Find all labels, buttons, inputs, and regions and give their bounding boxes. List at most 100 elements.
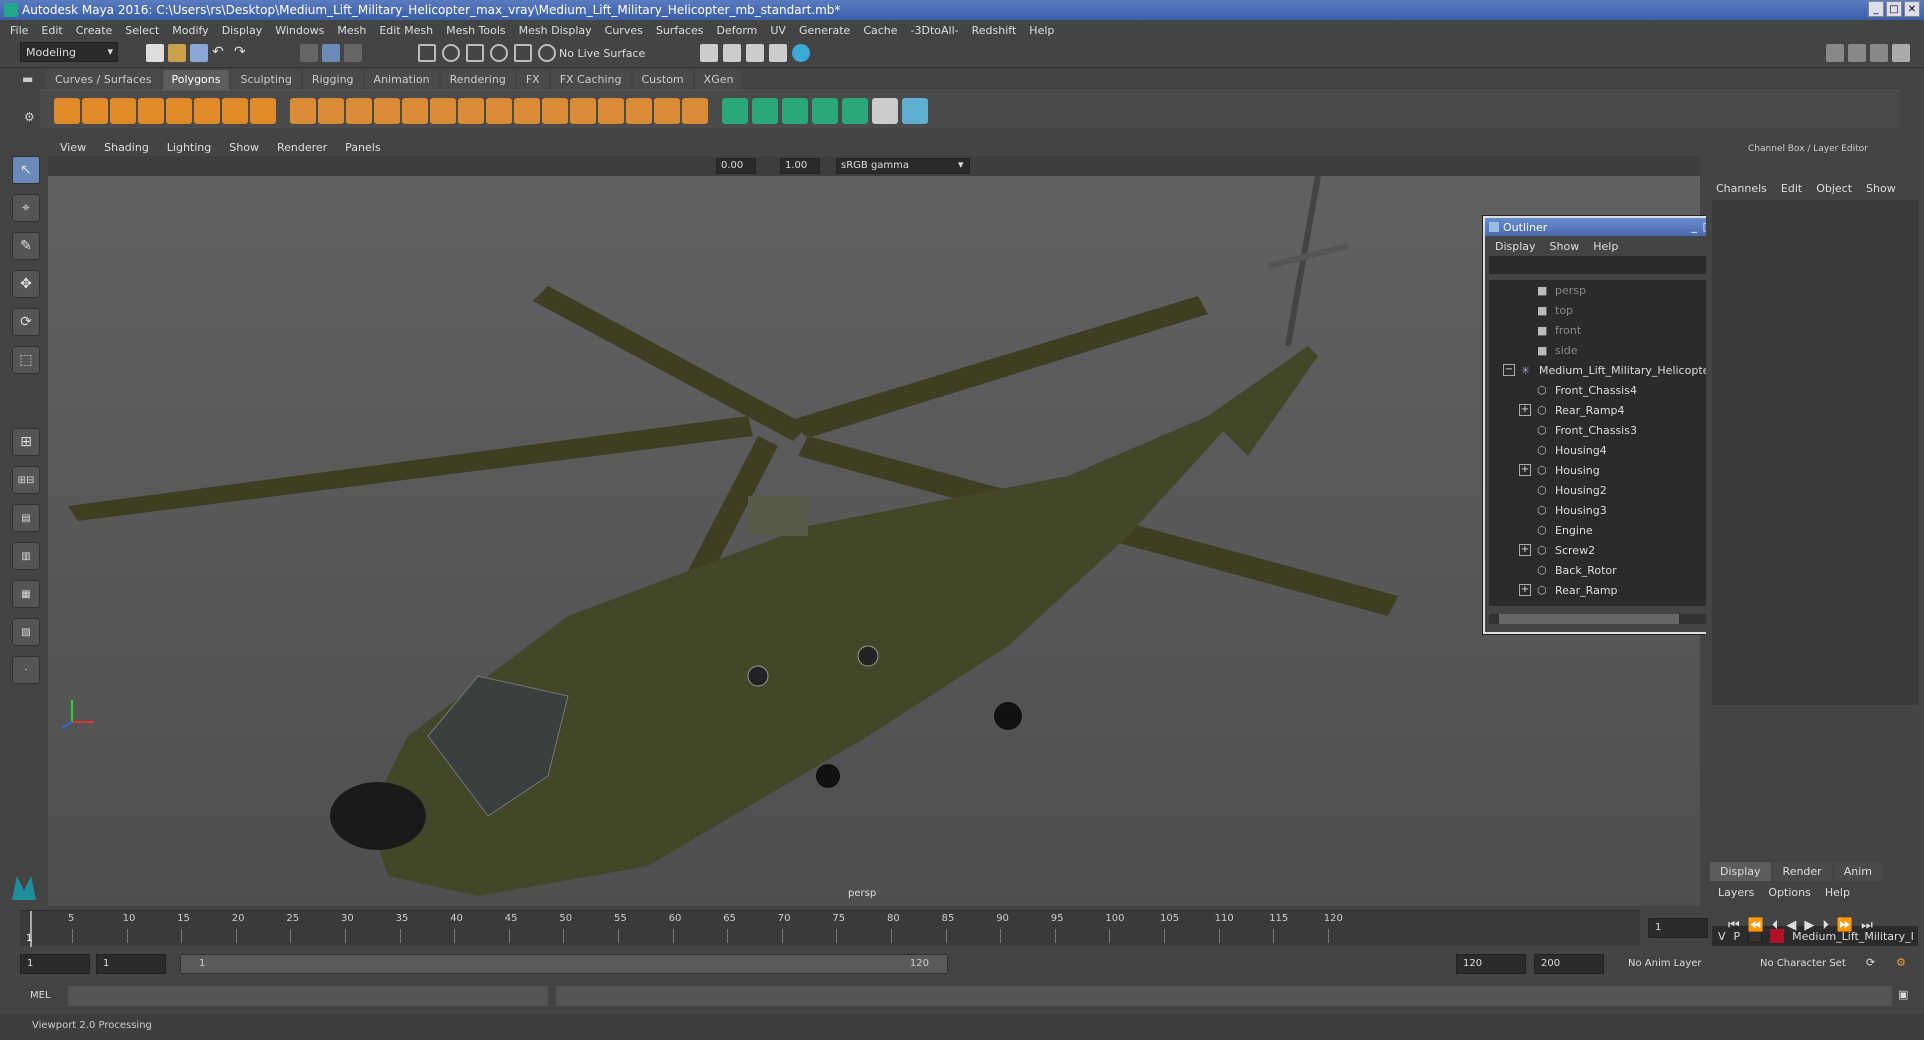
go-to-start-icon[interactable]: ⏮ [1728, 918, 1740, 933]
menu-cache[interactable]: Cache [863, 24, 897, 37]
poly-smooth-icon[interactable] [346, 98, 372, 124]
channel-menu-channels[interactable]: Channels [1716, 182, 1767, 195]
poly-separate-icon[interactable] [318, 98, 344, 124]
paint-select-icon[interactable]: ✎ [12, 232, 40, 260]
poly-bevel-icon[interactable] [458, 98, 484, 124]
playback-end-field[interactable]: 120 [1456, 954, 1526, 974]
shelf-tab-custom[interactable]: Custom [632, 70, 693, 90]
menu-edit-mesh[interactable]: Edit Mesh [379, 24, 433, 37]
shelf-settings-icon[interactable]: ⚙ [24, 110, 35, 124]
anim-prefs-icon[interactable]: ⚙ [1896, 956, 1906, 969]
outliner-item-screw2[interactable]: + ⬡ Screw2 [1489, 540, 1721, 560]
layer-tab-display[interactable]: Display [1710, 862, 1771, 881]
poly-fill-hole-icon[interactable] [542, 98, 568, 124]
expander-icon[interactable]: + [1519, 544, 1531, 556]
open-scene-icon[interactable] [168, 44, 186, 62]
auto-key-icon[interactable]: ⟳ [1866, 956, 1875, 969]
poly-pyramid-icon[interactable] [222, 98, 248, 124]
redo-icon[interactable]: ↷ [234, 44, 252, 62]
outliner-item-front-chassis3[interactable]: ⬡ Front_Chassis3 [1489, 420, 1721, 440]
menu-mesh-display[interactable]: Mesh Display [519, 24, 592, 37]
hypershade-icon[interactable] [792, 44, 810, 62]
color-space-chevron-icon[interactable]: ▾ [958, 158, 964, 171]
menu-display[interactable]: Display [222, 24, 263, 37]
mode-selector[interactable]: Modeling [20, 42, 118, 62]
menu-generate[interactable]: Generate [799, 24, 850, 37]
close-button[interactable]: ✕ [1904, 1, 1920, 17]
poly-merge-icon[interactable] [626, 98, 652, 124]
poly-quad-draw-icon[interactable] [682, 98, 708, 124]
menu-curves[interactable]: Curves [605, 24, 643, 37]
outliner-item-back-rotor[interactable]: ⬡ Back_Rotor [1489, 560, 1721, 580]
outliner-menu-display[interactable]: Display [1495, 240, 1536, 253]
outliner-item-medium-lift-military-helicopter[interactable]: − ✳ Medium_Lift_Military_Helicopter_ [1489, 360, 1721, 380]
snap-curve-icon[interactable] [442, 44, 460, 62]
shelf-tab-sculpting[interactable]: Sculpting [231, 70, 301, 90]
expander-icon[interactable]: + [1519, 584, 1531, 596]
play-back-icon[interactable]: ◀ [1786, 918, 1796, 933]
layer-tab-render[interactable]: Render [1772, 862, 1832, 881]
channel-menu-show[interactable]: Show [1866, 182, 1896, 195]
end-time-field[interactable]: 200 [1534, 954, 1604, 974]
time-slider[interactable]: 5 10 15 20 25 30 35 40 45 50 55 60 65 70 75 80 85 90 95 100… [20, 910, 1640, 947]
poly-torus-icon[interactable] [194, 98, 220, 124]
outliner-item-housing3[interactable]: ⬡ Housing3 [1489, 500, 1721, 520]
poly-uv-planar-icon[interactable] [722, 98, 748, 124]
outliner-item-persp[interactable]: ■ persp [1489, 280, 1721, 300]
outliner-item-housing[interactable]: + ⬡ Housing [1489, 460, 1721, 480]
snap-surface-icon[interactable] [514, 44, 532, 62]
channel-menu-object[interactable]: Object [1816, 182, 1852, 195]
menu-mesh-tools[interactable]: Mesh Tools [446, 24, 506, 37]
snap-view-icon[interactable] [490, 44, 508, 62]
poly-sym-icon[interactable] [902, 98, 928, 124]
panel-menu-view[interactable]: View [60, 141, 86, 154]
snap-live-icon[interactable] [538, 44, 556, 62]
step-forward-key-icon[interactable]: ⏩ [1837, 918, 1853, 933]
start-time-field[interactable]: 1 [20, 954, 90, 974]
poly-uv-spherical-icon[interactable] [782, 98, 808, 124]
minimize-button[interactable]: _ [1868, 1, 1884, 17]
new-scene-icon[interactable] [146, 44, 164, 62]
layer-menu-options[interactable]: Options [1768, 886, 1810, 899]
outliner-item-top[interactable]: ■ top [1489, 300, 1721, 320]
outliner-tree[interactable]: ■ persp ■ top ■ front ■ side − ✳ Medium_Lift_Milit… [1489, 280, 1721, 606]
shelf-tab-fx-caching[interactable]: FX Caching [550, 70, 631, 90]
move-tool-icon[interactable]: ✥ [12, 270, 40, 298]
menu-create[interactable]: Create [76, 24, 113, 37]
persp-outliner-icon[interactable]: ▤ [12, 504, 40, 532]
outliner-item-rear-ramp4[interactable]: + ⬡ Rear_Ramp4 [1489, 400, 1721, 420]
menu-file[interactable]: File [10, 24, 28, 37]
exposure-field[interactable]: 0.00 [716, 158, 756, 174]
shelf-tab-xgen[interactable]: XGen [694, 70, 743, 90]
layer-visibility-toggle[interactable]: V [1718, 930, 1726, 943]
shelf-options-icon[interactable]: ▬ [22, 72, 33, 86]
step-forward-frame-icon[interactable]: ⏵ [1822, 918, 1829, 933]
panel-menu-renderer[interactable]: Renderer [277, 141, 327, 154]
character-set-dropdown[interactable]: No Character Set [1760, 958, 1846, 969]
step-back-key-icon[interactable]: ⏪ [1748, 918, 1764, 933]
menu-select[interactable]: Select [125, 24, 159, 37]
channel-box-icon[interactable] [1892, 44, 1910, 62]
outliner-minimize-icon[interactable]: _ [1692, 220, 1698, 233]
poly-checker-icon[interactable] [872, 98, 898, 124]
expander-icon[interactable]: + [1519, 404, 1531, 416]
panel-menu-shading[interactable]: Shading [104, 141, 149, 154]
panel-menu-lighting[interactable]: Lighting [167, 141, 211, 154]
poly-bridge-icon[interactable] [430, 98, 456, 124]
shelf-tab-polygons[interactable]: Polygons [162, 70, 230, 90]
expander-icon[interactable] [1519, 444, 1531, 456]
outliner-item-front-chassis4[interactable]: ⬡ Front_Chassis4 [1489, 380, 1721, 400]
play-forward-icon[interactable]: ▶ [1804, 918, 1814, 933]
menu-mesh[interactable]: Mesh [337, 24, 366, 37]
expander-icon[interactable] [1519, 564, 1531, 576]
poly-extrude-icon[interactable] [486, 98, 512, 124]
panel-menu-panels[interactable]: Panels [345, 141, 380, 154]
layer-menu-layers[interactable]: Layers [1718, 886, 1754, 899]
expander-icon[interactable] [1519, 384, 1531, 396]
channel-box-area[interactable] [1712, 200, 1918, 705]
panel-menu-show[interactable]: Show [229, 141, 259, 154]
outliner-menu-show[interactable]: Show [1550, 240, 1580, 253]
lasso-tool-icon[interactable]: ⌖ [12, 194, 40, 222]
outliner-hscrollbar[interactable] [1489, 614, 1721, 624]
shelf-tab-curves-surfaces[interactable]: Curves / Surfaces [46, 70, 161, 90]
